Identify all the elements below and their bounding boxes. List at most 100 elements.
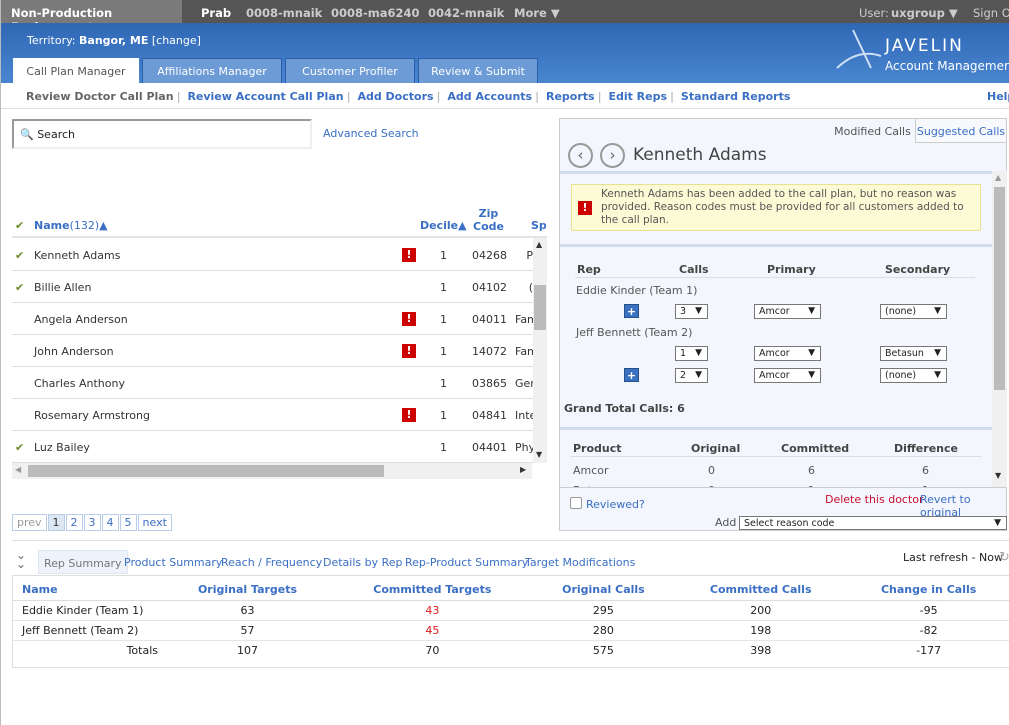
subnav-reports[interactable]: Reports [546, 90, 595, 103]
horizontal-scrollbar[interactable]: ◀ ▶ [12, 463, 532, 479]
sign-out-link[interactable]: Sign Out [973, 6, 1009, 20]
warning-text: Kenneth Adams has been added to the call… [601, 188, 964, 226]
reviewed-label[interactable]: Reviewed? [586, 498, 645, 511]
next-page[interactable]: next [137, 514, 172, 531]
secondary-product-select[interactable]: (none) [880, 368, 947, 383]
tab-customer-profiler[interactable]: Customer Profiler [285, 58, 415, 83]
select-all-check-icon[interactable]: ✔ [15, 219, 24, 232]
bottom-tab[interactable]: Details by Rep [323, 550, 408, 574]
secondary-product-select[interactable]: (none) [880, 304, 947, 319]
doctor-row[interactable]: John Anderson! 1 14072 Fami [12, 335, 533, 367]
env-tab[interactable]: 0008-mnaik [246, 6, 322, 20]
calls-select[interactable]: 1 [675, 346, 708, 361]
doctor-name[interactable]: John Anderson [34, 345, 114, 358]
bottom-tab[interactable]: Reach / Frequency [221, 550, 327, 574]
column-header[interactable]: Original Calls [532, 576, 675, 601]
user-menu[interactable]: uxgroup ▼ [891, 6, 958, 20]
decile: 1 [440, 409, 447, 422]
product-table-header: Product Original Committed Difference [571, 442, 981, 457]
prev-page[interactable]: prev [12, 514, 47, 531]
page-5[interactable]: 5 [119, 514, 137, 531]
bottom-tab[interactable]: Product Summary [124, 550, 227, 574]
doctor-name[interactable]: Rosemary Armstrong [34, 409, 150, 422]
column-header[interactable]: Change in Calls [847, 576, 1009, 601]
alert-icon: ! [402, 248, 416, 262]
subnav-add-accounts[interactable]: Add Accounts [447, 90, 532, 103]
tab-affiliations-manager[interactable]: Affiliations Manager [142, 58, 282, 83]
advanced-search-link[interactable]: Advanced Search [323, 127, 419, 140]
column-header[interactable]: Committed Targets [332, 576, 533, 601]
bottom-tab[interactable]: Rep Summary [38, 550, 128, 574]
page-1[interactable]: 1 [47, 514, 65, 531]
subnav-review-doctor[interactable]: Review Doctor Call Plan [26, 90, 174, 103]
product-cell: Amcor [573, 464, 609, 477]
doctor-row[interactable]: Rosemary Armstrong! 1 04841 Inte [12, 399, 533, 431]
previous-doctor-button[interactable]: ‹ [568, 143, 593, 168]
doctor-row[interactable]: ✔ Billie Allen 1 04102 ( [12, 271, 533, 303]
detail-scrollbar[interactable]: ▲ ▼ [992, 171, 1007, 487]
bottom-tab[interactable]: Target Modifications [525, 550, 640, 574]
doctor-name[interactable]: Luz Bailey [34, 441, 90, 454]
product-cell: 6 [922, 464, 929, 477]
zip-code: 04401 [472, 441, 507, 454]
secondary-product-select[interactable]: Betasun [880, 346, 947, 361]
calls-select[interactable]: 3 [675, 304, 708, 319]
tab-review-submit[interactable]: Review & Submit [418, 58, 538, 83]
decile-column-header[interactable]: Decile▲ [420, 219, 467, 232]
primary-product-select[interactable]: Amcor [754, 304, 821, 319]
tab-modified-calls[interactable]: Modified Calls [830, 119, 915, 143]
name-column-header[interactable]: Name(132)▲ [34, 219, 108, 232]
doctor-row[interactable]: ✔ Kenneth Adams! 1 04268 P [12, 239, 533, 271]
user-label: User: [859, 6, 889, 20]
next-doctor-button[interactable]: › [600, 143, 625, 168]
alert-icon: ! [402, 312, 416, 326]
tab-call-plan-manager[interactable]: Call Plan Manager [13, 58, 139, 83]
collapse-chevron-icon[interactable]: ⌄ ⌄ [16, 549, 26, 570]
calls-select[interactable]: 2 [675, 368, 708, 383]
summary-cell: 43 [332, 600, 533, 621]
tab-suggested-calls[interactable]: Suggested Calls [915, 119, 1007, 143]
primary-product-select[interactable]: Amcor [754, 346, 821, 361]
doctor-name[interactable]: Angela Anderson [34, 313, 128, 326]
more-menu[interactable]: More ▼ [514, 6, 560, 20]
env-tab[interactable]: 0008-ma6240 [331, 6, 420, 20]
delete-doctor-link[interactable]: Delete this doctor [825, 493, 924, 506]
primary-product-select[interactable]: Amcor [754, 368, 821, 383]
subnav-edit-reps[interactable]: Edit Reps [608, 90, 667, 103]
doctor-row[interactable]: Charles Anthony 1 03865 Gene [12, 367, 533, 399]
doctor-row[interactable]: ✔ Luz Bailey 1 04401 Phys [12, 431, 533, 463]
env-tab-prab[interactable]: Prab [201, 6, 231, 20]
doctor-name[interactable]: Kenneth Adams [34, 249, 120, 262]
totals-cell: 107 [237, 643, 258, 657]
zip-code: 03865 [472, 377, 507, 390]
page-3[interactable]: 3 [83, 514, 101, 531]
reason-code-select[interactable]: Select reason code [739, 516, 1007, 530]
subnav-add-doctors[interactable]: Add Doctors [357, 90, 433, 103]
search-placeholder: Search [37, 128, 75, 141]
decile: 1 [440, 281, 447, 294]
specialty: Inte [515, 409, 533, 422]
search-input[interactable]: 🔍 Search [12, 119, 312, 149]
product-cell: 6 [808, 464, 815, 477]
vertical-scrollbar[interactable]: ▲ ▼ [533, 238, 547, 463]
doctor-row[interactable]: Angela Anderson! 1 04011 Fami [12, 303, 533, 335]
doctor-name[interactable]: Billie Allen [34, 281, 91, 294]
refresh-icon[interactable]: ↻ [999, 550, 1009, 565]
zip-column-header[interactable]: Zip Code [473, 207, 504, 233]
doctor-name[interactable]: Charles Anthony [34, 377, 125, 390]
bottom-tab[interactable]: Rep-Product Summary [405, 550, 533, 574]
column-header[interactable]: Name [13, 576, 163, 601]
help-link[interactable]: Help [987, 90, 1009, 103]
add-line-plus-icon[interactable]: + [624, 304, 639, 318]
page-2[interactable]: 2 [65, 514, 83, 531]
specialty-column-header[interactable]: Spe [531, 219, 546, 232]
column-header[interactable]: Original Targets [163, 576, 332, 601]
add-line-plus-icon[interactable]: + [624, 368, 639, 382]
env-tab[interactable]: 0042-mnaik [428, 6, 504, 20]
page-4[interactable]: 4 [101, 514, 119, 531]
subnav-standard-reports[interactable]: Standard Reports [681, 90, 790, 103]
reviewed-checkbox[interactable] [570, 497, 582, 509]
column-header[interactable]: Committed Calls [674, 576, 848, 601]
change-territory-link[interactable]: [change] [152, 34, 201, 47]
subnav-review-account[interactable]: Review Account Call Plan [187, 90, 343, 103]
